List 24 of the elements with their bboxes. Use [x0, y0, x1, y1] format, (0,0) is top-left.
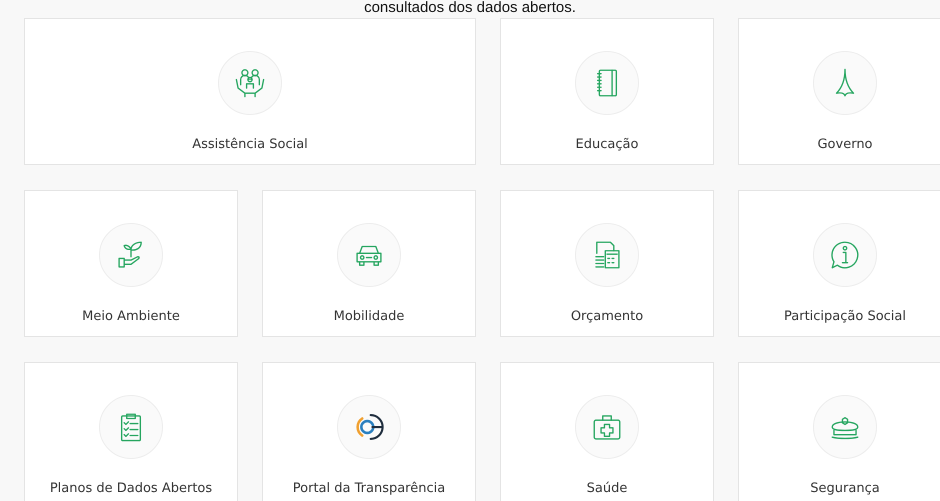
category-card[interactable]: Assistência Social: [24, 18, 476, 165]
category-card[interactable]: Saúde: [500, 362, 714, 501]
category-card[interactable]: Segurança: [738, 362, 940, 501]
intro-text: consultados dos dados abertos.: [363, 0, 577, 18]
family-hands-icon: [233, 66, 267, 100]
category-label: Planos de Dados Abertos: [50, 481, 212, 496]
category-card[interactable]: Governo: [738, 18, 940, 165]
category-label: Segurança: [810, 481, 880, 496]
category-label: Participação Social: [784, 309, 906, 324]
category-card[interactable]: Planos de Dados Abertos: [24, 362, 238, 501]
category-label: Governo: [817, 137, 873, 152]
category-label: Assistência Social: [192, 137, 308, 152]
category-label: Mobilidade: [334, 309, 404, 324]
category-card[interactable]: Orçamento: [500, 190, 714, 337]
category-card[interactable]: Participação Social: [738, 190, 940, 337]
category-label: Orçamento: [570, 309, 644, 324]
category-label: Portal da Transparência: [292, 481, 446, 496]
category-card[interactable]: Meio Ambiente: [24, 190, 238, 337]
category-card[interactable]: Educação: [500, 18, 714, 165]
category-card[interactable]: Mobilidade: [262, 190, 476, 337]
category-label: Meio Ambiente: [82, 309, 180, 324]
category-card[interactable]: Portal da Transparência: [262, 362, 476, 501]
category-label: Saúde: [586, 481, 628, 496]
category-label: Educação: [576, 137, 638, 152]
